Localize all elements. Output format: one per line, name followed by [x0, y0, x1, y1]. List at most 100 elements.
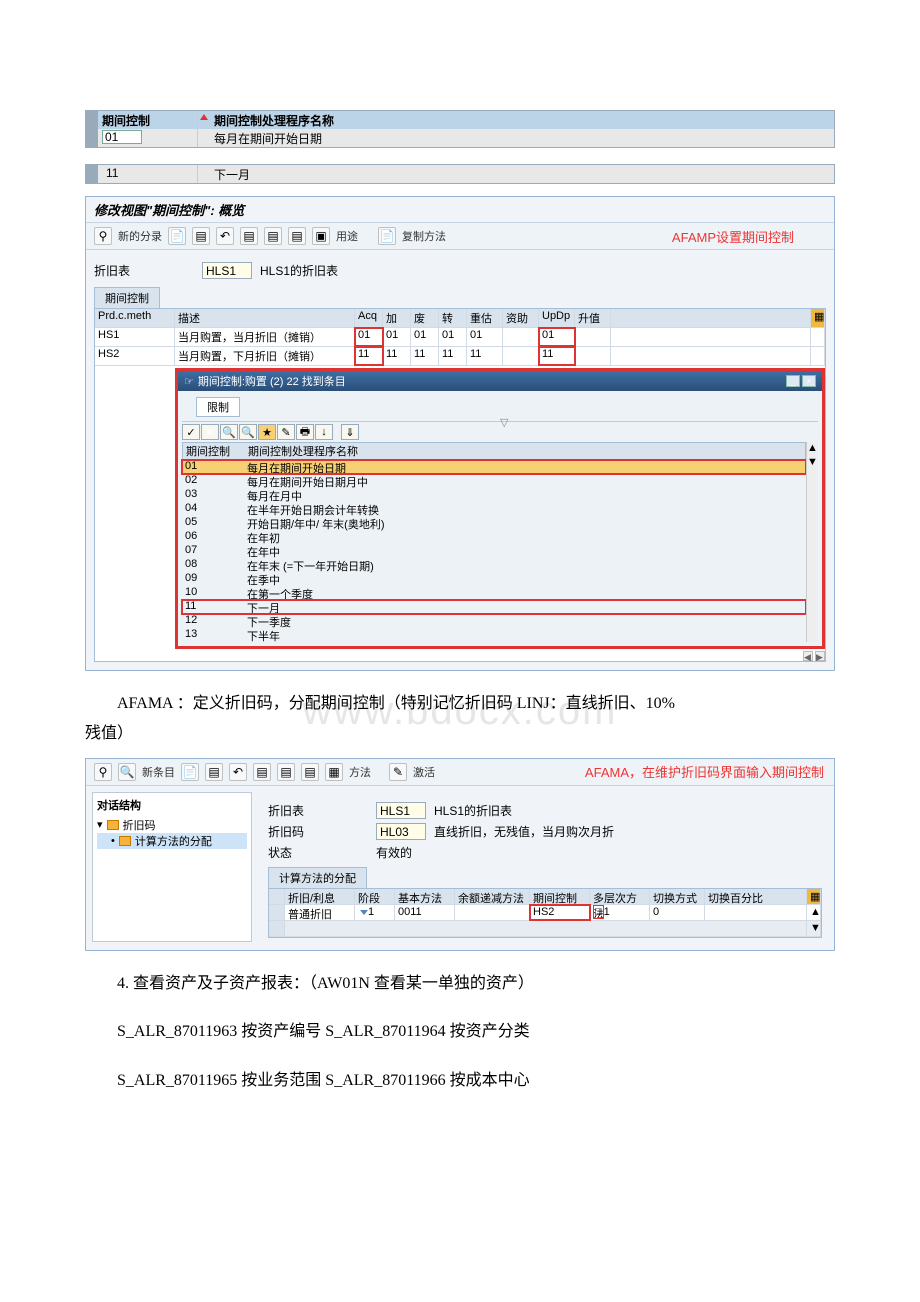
popup-scrollbar[interactable]: ▲ ▼: [806, 442, 818, 642]
popup-list-item[interactable]: 13下半年: [182, 628, 806, 642]
body-text-6: S_ALR_87011965 按业务范围 S_ALR_87011966 按成本中…: [85, 1066, 835, 1096]
tree-item-calc-method[interactable]: • 计算方法的分配: [97, 833, 247, 849]
tool-icon-2[interactable]: ▤: [253, 763, 271, 781]
folder-icon: [107, 820, 119, 830]
scroll-right-icon[interactable]: ▶: [815, 651, 825, 661]
expand-icon[interactable]: ⚲: [94, 227, 112, 245]
expand-icon[interactable]: ⚲: [94, 763, 112, 781]
popup-list-item[interactable]: 01每月在期间开始日期: [182, 460, 806, 474]
gh-reval: 重估: [467, 309, 503, 327]
activate-button[interactable]: 激活: [413, 764, 435, 780]
grid-config-icon[interactable]: ▦: [807, 889, 821, 904]
cell-acq[interactable]: 01: [355, 328, 383, 346]
popup-list-item[interactable]: 07在年中: [182, 544, 806, 558]
tab-calc-method[interactable]: 计算方法的分配: [268, 867, 367, 888]
popup-list-item[interactable]: 03每月在月中: [182, 488, 806, 502]
tool-icon-3[interactable]: ▤: [277, 763, 295, 781]
tree-item-dep-code[interactable]: ▾ 折旧码: [97, 817, 247, 833]
cell-pct[interactable]: [705, 905, 807, 920]
dep-table-desc: HLS1的折旧表: [260, 262, 338, 279]
new-entry-button[interactable]: 新的分录: [118, 228, 162, 244]
gh-desc: 描述: [175, 309, 355, 327]
dropdown-icon[interactable]: [360, 910, 368, 915]
dep-code-code[interactable]: HL03: [376, 823, 426, 840]
gh-add: 加: [383, 309, 411, 327]
popup-col1: 期间控制: [183, 443, 245, 459]
popup-list-item[interactable]: 11下一月: [182, 600, 806, 614]
afamp-screen: 修改视图"期间控制": 概览 ⚲ 新的分录 📄 ▤ ↶ ▤ ▤ ▤ ▣ 用途 📄…: [85, 196, 835, 671]
cell-type[interactable]: 普通折旧: [285, 905, 355, 920]
undo-icon[interactable]: ↶: [216, 227, 234, 245]
popup-list-item[interactable]: 09在季中: [182, 572, 806, 586]
tool-icon-5[interactable]: ▣: [312, 227, 330, 245]
cell-base[interactable]: 0011: [395, 905, 455, 920]
find-all-icon[interactable]: 🔍: [239, 424, 257, 440]
body-text-afama-2: 残值）: [85, 719, 835, 749]
btn-min-icon[interactable]: _: [786, 375, 800, 387]
tool-icon-a[interactable]: ✎: [277, 424, 295, 440]
popup-list-item[interactable]: 02每月在期间开始日期月中: [182, 474, 806, 488]
popup-list-item[interactable]: 04在半年开始日期会计年转换: [182, 502, 806, 516]
cell-decl[interactable]: [455, 905, 530, 920]
copy-method-button[interactable]: 复制方法: [402, 228, 446, 244]
copy-method-icon[interactable]: 📄: [378, 227, 396, 245]
popup-title-text: 期间控制:购置 (2) 22 找到条目: [198, 373, 346, 389]
sort-icon[interactable]: [198, 111, 210, 129]
collapse-icon[interactable]: ▽: [500, 416, 508, 429]
scroll-down-icon[interactable]: ▼: [807, 921, 821, 936]
activate-icon[interactable]: ✎: [389, 763, 407, 781]
tool-icon-4[interactable]: ▤: [301, 763, 319, 781]
calc-icon[interactable]: ▦: [325, 763, 343, 781]
gh-updp: UpDp: [539, 309, 575, 327]
cell-multi[interactable]: □1: [590, 905, 650, 920]
scroll-left-icon[interactable]: ◀: [803, 651, 813, 661]
tool-icon-4[interactable]: ▤: [288, 227, 306, 245]
status-val: 有效的: [376, 844, 412, 861]
undo-icon[interactable]: ↶: [229, 763, 247, 781]
popup-list-item[interactable]: 05开始日期/年中/ 年末(奥地利): [182, 516, 806, 530]
cell-period[interactable]: HS2: [530, 905, 590, 920]
dep-table-code2[interactable]: HLS1: [376, 802, 426, 819]
tool-icon-1[interactable]: ▤: [192, 227, 210, 245]
popup-list-item[interactable]: 10在第一个季度: [182, 586, 806, 600]
cancel-icon[interactable]: ✕: [201, 424, 219, 440]
popup-list-item[interactable]: 12下一季度: [182, 614, 806, 628]
usage-button[interactable]: 用途: [336, 228, 358, 244]
down-icon[interactable]: ↓: [315, 424, 333, 440]
check-icon[interactable]: ✓: [182, 424, 200, 440]
period-code-11: 11: [98, 165, 198, 183]
period-code-input[interactable]: [102, 130, 142, 144]
popup-list-item[interactable]: 06在年初: [182, 530, 806, 544]
sap-title: 修改视图"期间控制": 概览: [86, 197, 834, 223]
download-icon[interactable]: ⇓: [341, 424, 359, 440]
col-proc-name: 期间控制处理程序名称: [210, 111, 834, 129]
print-icon[interactable]: 🖶: [296, 424, 314, 440]
btn-close-icon[interactable]: ×: [802, 375, 816, 387]
period-control-second-table: 11 下一月: [85, 164, 835, 184]
find-icon[interactable]: 🔍: [220, 424, 238, 440]
period-control-popup: ☞ 期间控制:购置 (2) 22 找到条目 _ × 限制 ▽ ✓: [175, 368, 825, 649]
tool-icon-3[interactable]: ▤: [264, 227, 282, 245]
body-text-5: S_ALR_87011963 按资产编号 S_ALR_87011964 按资产分…: [85, 1017, 835, 1047]
copy-icon[interactable]: 📄: [168, 227, 186, 245]
popup-list-item[interactable]: 08在年末 (=下一年开始日期): [182, 558, 806, 572]
dep-table-code[interactable]: HLS1: [202, 262, 252, 279]
star-icon[interactable]: ★: [258, 424, 276, 440]
method-button[interactable]: 方法: [349, 764, 371, 780]
tool-icon-1[interactable]: ▤: [205, 763, 223, 781]
popup-app-icon: ☞: [184, 375, 194, 388]
cell-stage[interactable]: 1: [355, 905, 395, 920]
tool-icon-2[interactable]: ▤: [240, 227, 258, 245]
grid-config-icon[interactable]: ▦: [811, 309, 825, 327]
popup-col2: 期间控制处理程序名称: [245, 443, 805, 459]
tree-title: 对话结构: [97, 797, 247, 813]
tab-period-control[interactable]: 期间控制: [94, 287, 160, 308]
restrict-tab[interactable]: 限制: [196, 397, 240, 417]
cell-method[interactable]: HS1: [95, 328, 175, 346]
scroll-up-icon[interactable]: ▲: [807, 905, 821, 920]
copy-icon[interactable]: 📄: [181, 763, 199, 781]
gh-method: Prd.c.meth: [95, 309, 175, 327]
cell-switch[interactable]: 0: [650, 905, 705, 920]
find-icon[interactable]: 🔍: [118, 763, 136, 781]
new-entry-button[interactable]: 新条目: [142, 764, 175, 780]
